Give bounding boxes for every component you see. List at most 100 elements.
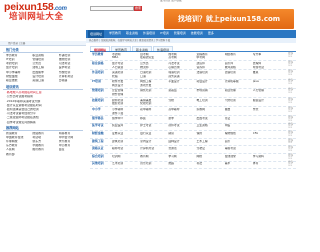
site-link[interactable]: 教育部 [6, 153, 30, 156]
category-item[interactable]: 商务英语 [168, 75, 196, 78]
category-item[interactable]: 在职研究生 [140, 56, 168, 59]
category-link[interactable]: 司法考试 [59, 62, 83, 65]
category-item[interactable]: 小学辅导 [112, 108, 140, 111]
category-item[interactable]: 销售培训 [140, 89, 168, 92]
more-link[interactable]: 更多>> [288, 154, 296, 161]
more-link[interactable]: 更多>> [288, 107, 296, 115]
category-name[interactable]: 中小学 [90, 107, 112, 115]
category-item[interactable]: 签证 [225, 117, 253, 122]
category-item[interactable]: 心理咨询 [168, 66, 196, 69]
category-item[interactable]: 计算机考试 [140, 147, 168, 152]
category-item[interactable]: 物流师 [140, 66, 168, 69]
category-item[interactable]: 人力资源 [112, 66, 140, 69]
category-name[interactable]: 其他培训 [90, 162, 112, 169]
tab-3[interactable]: 外语培训 [153, 46, 174, 52]
category-name[interactable]: 管理培训 [90, 89, 112, 97]
category-item[interactable]: 高考网 [168, 56, 196, 59]
category-item[interactable]: 司法考试 [168, 62, 196, 65]
category-item[interactable]: 保险 [196, 132, 224, 137]
more-link[interactable]: 更多>> [288, 79, 296, 88]
tab-0[interactable]: 培训网站 [90, 46, 111, 52]
site-link[interactable]: 腾讯教育 [32, 148, 56, 151]
category-link[interactable]: 日韩语 [59, 79, 83, 82]
category-link[interactable]: 职业资格 [32, 54, 56, 57]
category-item[interactable]: 摄影培训 [112, 102, 140, 105]
category-item[interactable]: 职称考试 [112, 147, 140, 152]
category-link[interactable]: 外语培训 [59, 54, 83, 57]
category-item[interactable]: 园林设计 [168, 140, 196, 145]
category-item[interactable]: 平面设计 [168, 80, 196, 83]
promo-banner[interactable]: 找培训？就上peixun158.com [164, 9, 294, 29]
category-item[interactable]: 游学 [168, 117, 196, 122]
category-item[interactable]: 法语培训 [196, 71, 224, 74]
category-item[interactable]: 软件开发 [112, 80, 140, 83]
category-link[interactable]: 职业技能 [6, 79, 30, 82]
category-item[interactable]: 口语 [140, 75, 168, 78]
category-item[interactable]: 奥数 [225, 108, 253, 111]
category-item[interactable]: Java [253, 80, 281, 83]
category-name[interactable]: 学历教育 [90, 52, 112, 60]
category-link[interactable]: 英语口语 [32, 79, 56, 82]
category-item[interactable]: 期货 [168, 132, 196, 137]
more-link[interactable]: 更多>> [288, 131, 296, 138]
category-item[interactable]: 室内设计 [140, 140, 168, 145]
news-link[interactable]: ·各地成人高考报名时间汇总 [6, 91, 83, 94]
site-link[interactable]: 东方教育 [6, 144, 30, 147]
nav-item[interactable]: 技能培训 [191, 31, 203, 35]
category-item[interactable]: MBA [112, 56, 140, 59]
category-item[interactable]: 财务管理 [112, 93, 140, 96]
nav-item[interactable]: 学历教育 [109, 31, 121, 35]
category-link[interactable]: 驾校培训 [59, 71, 83, 74]
category-item[interactable]: 德语培训 [225, 71, 253, 74]
category-item[interactable]: 培训网 [112, 155, 140, 160]
more-link[interactable]: 更多>> [288, 61, 296, 69]
category-item[interactable]: 成考网 [168, 53, 196, 56]
site-link[interactable]: 百度 [59, 148, 83, 151]
category-item[interactable]: 护士考试 [140, 124, 168, 129]
site-link[interactable]: 华图教育 [32, 144, 56, 147]
category-item[interactable]: 美容美发 [140, 99, 168, 102]
category-item[interactable]: 导游考试 [253, 66, 281, 69]
category-name[interactable]: 医学考试 [90, 124, 112, 131]
more-link[interactable]: 更多>> [288, 70, 296, 78]
news-link[interactable]: ·2012年职称英语考试大纲 [6, 100, 83, 103]
category-name[interactable]: IT培训 [90, 79, 112, 88]
news-link[interactable]: ·自学考试常见问题解答 [6, 121, 83, 124]
more-link[interactable]: 更多>> [288, 116, 296, 123]
category-item[interactable]: 建筑培训 [112, 140, 140, 145]
category-item[interactable]: 执业医师 [112, 124, 140, 129]
site-link[interactable]: 中公教育 [59, 144, 83, 147]
nav-item[interactable]: 外语培训 [143, 31, 155, 35]
site-link[interactable]: 中国教育在线 [6, 136, 30, 139]
site-link[interactable]: 人民网 [6, 148, 30, 151]
category-link[interactable]: 考研培训 [6, 62, 30, 65]
news-link[interactable]: ·二级建造师考试报名通知 [6, 116, 83, 119]
nav-item[interactable]: 培训网址 [88, 30, 105, 38]
news-link[interactable]: ·公务员考试报考指南 [6, 95, 83, 98]
more-link[interactable]: 更多>> [288, 124, 296, 131]
news-link[interactable]: ·会计从业资格考试报名时间 [6, 104, 83, 107]
category-link[interactable]: 管理培训 [32, 58, 56, 61]
nav-item[interactable]: 职业资格 [126, 31, 138, 35]
more-link[interactable]: 更多>> [288, 161, 296, 169]
category-item[interactable]: 韩语培训 [168, 71, 196, 74]
category-item[interactable]: 网页设计 [112, 84, 140, 87]
category-name[interactable]: 财经金融 [90, 131, 112, 138]
site-link[interactable]: 环球网校 [6, 140, 30, 143]
category-item[interactable]: 等级考试 [225, 147, 253, 152]
category-item[interactable]: 学习网 [168, 155, 196, 160]
category-item[interactable]: 土木工程 [196, 140, 224, 145]
category-item[interactable]: 家教网 [196, 108, 224, 111]
category-item[interactable]: 网络教育 [225, 53, 253, 56]
login-bar[interactable]: 用户登录 | 注册 [0, 41, 86, 46]
category-link[interactable]: 出国留学 [32, 71, 56, 74]
category-item[interactable]: 音乐培训 [140, 162, 168, 167]
category-item[interactable]: 教育网 [140, 155, 168, 160]
category-item[interactable]: 网络工程 [140, 80, 168, 83]
category-item[interactable]: 中考网 [196, 56, 224, 59]
category-name[interactable]: 建筑工程 [90, 139, 112, 146]
category-item[interactable]: 书法 [196, 162, 224, 167]
category-item[interactable]: 教师资格 [225, 66, 253, 69]
site-link[interactable]: 新浪教育 [6, 132, 30, 135]
category-item[interactable]: 总裁班 [168, 89, 196, 92]
